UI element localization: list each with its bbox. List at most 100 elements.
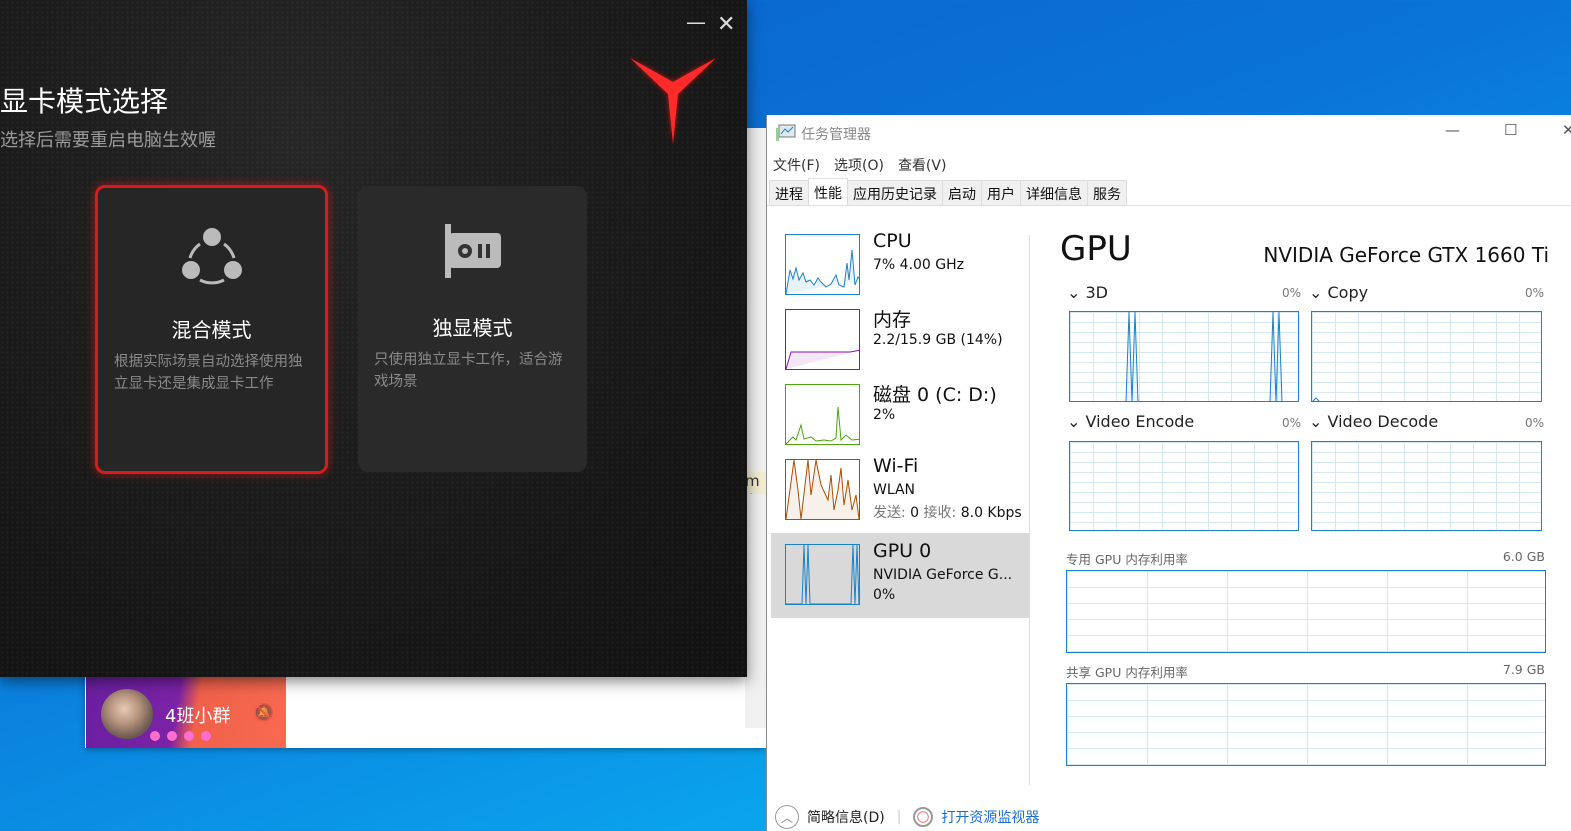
dot bbox=[184, 731, 194, 741]
sidebar-item-disk[interactable]: 磁盘 0 (C: D:) 2% bbox=[771, 377, 1029, 445]
menu-view[interactable]: 查看(V) bbox=[898, 155, 947, 175]
sidebar-item-wifi[interactable]: Wi-Fi WLAN 发送: 0 接收: 8.0 Kbps bbox=[771, 452, 1029, 527]
item-name: GPU 0 bbox=[873, 540, 932, 562]
engine-3d-label[interactable]: ⌄ 3D bbox=[1067, 283, 1108, 302]
item-detail: 2% bbox=[873, 407, 896, 423]
recv-label: 接收: bbox=[923, 505, 957, 521]
detail-heading: GPU bbox=[1060, 229, 1132, 269]
dedicated-memory-graph bbox=[1066, 570, 1546, 653]
item-detail: WLAN bbox=[873, 482, 916, 498]
dot bbox=[167, 731, 177, 741]
dedicated-memory-label: 专用 GPU 内存利用率 bbox=[1066, 552, 1188, 567]
engine-copy-label[interactable]: ⌄ Copy bbox=[1309, 283, 1368, 302]
menu-file[interactable]: 文件(F) bbox=[773, 155, 820, 175]
engine-pct: 0% bbox=[1525, 286, 1545, 300]
dedicated-memory-max: 6.0 GB bbox=[1502, 549, 1545, 564]
dot bbox=[150, 731, 160, 741]
graphics-card-icon bbox=[444, 224, 501, 278]
engine-pct: 0% bbox=[1525, 416, 1545, 430]
menu-options[interactable]: 选项(O) bbox=[834, 155, 884, 175]
wifi-throughput: 发送: 0 接收: 8.0 Kbps bbox=[873, 502, 1022, 522]
wifi-usage-line bbox=[786, 460, 859, 519]
memory-thumbnail-graph bbox=[785, 309, 860, 370]
card-description: 根据实际场景自动选择使用独立显卡还是集成显卡工作 bbox=[114, 354, 303, 392]
disk-usage-line bbox=[786, 406, 859, 444]
menu-bar: 文件(F) 选项(O) 查看(V) bbox=[773, 155, 946, 175]
close-button[interactable]: ✕ bbox=[1562, 121, 1571, 139]
group-name: 4班小群 bbox=[165, 706, 231, 727]
window-title: 显卡模式选择 bbox=[0, 85, 169, 118]
chevron-up-icon[interactable]: ︿ bbox=[775, 805, 799, 829]
sidebar-item-cpu[interactable]: CPU 7% 4.00 GHz bbox=[771, 227, 1029, 295]
engine-copy-graph bbox=[1311, 311, 1542, 402]
task-manager-icon bbox=[776, 124, 796, 141]
dot bbox=[201, 731, 211, 741]
divider bbox=[1029, 235, 1030, 785]
fewer-details-button[interactable]: 简略信息(D) bbox=[807, 807, 885, 827]
item-name: 内存 bbox=[873, 309, 912, 331]
3d-usage-line bbox=[1125, 312, 1283, 401]
tab-startup[interactable]: 启动 bbox=[942, 180, 982, 205]
minimize-button[interactable]: — bbox=[1445, 121, 1460, 139]
sidebar-item-gpu[interactable]: GPU 0 NVIDIA GeForce G... 0% bbox=[771, 533, 1029, 618]
engine-3d-graph bbox=[1069, 311, 1299, 402]
background-text: m在 bbox=[745, 472, 766, 494]
tab-details[interactable]: 详细信息 bbox=[1020, 180, 1088, 205]
tab-users[interactable]: 用户 bbox=[981, 180, 1021, 205]
tab-performance[interactable]: 性能 bbox=[808, 178, 848, 205]
gpu-model: NVIDIA GeForce GTX 1660 Ti bbox=[1263, 243, 1549, 267]
item-name: CPU bbox=[873, 230, 912, 252]
shared-memory-max: 7.9 GB bbox=[1502, 662, 1545, 677]
tab-app-history[interactable]: 应用历史记录 bbox=[847, 180, 943, 205]
memory-usage-line bbox=[786, 349, 859, 369]
engine-video-encode-label[interactable]: ⌄ Video Encode bbox=[1067, 412, 1194, 431]
cpu-thumbnail-graph bbox=[785, 234, 860, 295]
tab-services[interactable]: 服务 bbox=[1087, 180, 1127, 205]
disk-thumbnail-graph bbox=[785, 384, 860, 445]
shared-memory-label: 共享 GPU 内存利用率 bbox=[1066, 665, 1188, 680]
task-manager-window: 任务管理器 — ☐ ✕ 文件(F) 选项(O) 查看(V) 进程 性能 应用历史… bbox=[766, 115, 1571, 831]
legion-y-logo bbox=[630, 58, 716, 144]
close-icon[interactable]: ✕ bbox=[717, 12, 735, 37]
open-resource-monitor-link[interactable]: 打开资源监视器 bbox=[941, 807, 1039, 827]
avatar bbox=[101, 689, 153, 739]
gpu-mode-window: 显卡模式选择 选择后需要重启电脑生效喔 — ✕ 混合模式 根据实际场景自动选择使… bbox=[0, 0, 747, 677]
tab-processes[interactable]: 进程 bbox=[769, 180, 809, 205]
copy-usage-line bbox=[1312, 397, 1320, 401]
engine-pct: 0% bbox=[1282, 286, 1302, 300]
footer: ︿ 简略信息(D) | 打开资源监视器 bbox=[775, 805, 1039, 829]
item-detail: 7% 4.00 GHz bbox=[873, 257, 965, 273]
shared-memory-graph bbox=[1066, 683, 1546, 766]
item-name: Wi-Fi bbox=[873, 455, 919, 477]
card-title: 混合模式 bbox=[171, 318, 252, 342]
card-title: 独显模式 bbox=[432, 316, 513, 340]
item-usage: 0% bbox=[873, 587, 896, 603]
engine-video-decode-label[interactable]: ⌄ Video Decode bbox=[1309, 412, 1438, 431]
cpu-usage-line bbox=[786, 249, 859, 294]
recv-value: 8.0 Kbps bbox=[960, 505, 1022, 521]
card-description: 只使用独立显卡工作，适合游戏场景 bbox=[374, 352, 563, 390]
send-value: 0 bbox=[910, 505, 920, 521]
hybrid-mode-card[interactable]: 混合模式 根据实际场景自动选择使用独立显卡还是集成显卡工作 bbox=[95, 185, 328, 474]
sidebar-item-memory[interactable]: 内存 2.2/15.9 GB (14%) bbox=[771, 302, 1029, 370]
window-title: 任务管理器 bbox=[801, 127, 871, 143]
engine-video-encode-graph bbox=[1069, 441, 1299, 531]
send-label: 发送: bbox=[873, 505, 906, 521]
item-detail: NVIDIA GeForce G... bbox=[873, 567, 1013, 583]
gpu-usage-line bbox=[786, 545, 859, 604]
item-detail: 2.2/15.9 GB (14%) bbox=[873, 332, 1003, 348]
hybrid-nodes-icon bbox=[181, 228, 242, 285]
separator: | bbox=[896, 809, 902, 825]
resource-monitor-icon bbox=[913, 807, 934, 827]
minimize-icon[interactable]: — bbox=[686, 10, 706, 34]
engine-video-decode-graph bbox=[1311, 441, 1542, 531]
item-name: 磁盘 0 (C: D:) bbox=[873, 384, 997, 406]
window-subtitle: 选择后需要重启电脑生效喔 bbox=[0, 130, 216, 151]
wifi-thumbnail-graph bbox=[785, 459, 860, 520]
gpu-thumbnail-graph bbox=[785, 544, 860, 605]
maximize-button[interactable]: ☐ bbox=[1504, 121, 1517, 139]
tab-bar: 进程 性能 应用历史记录 启动 用户 详细信息 服务 bbox=[767, 178, 1571, 206]
discrete-mode-card[interactable]: 独显模式 只使用独立显卡工作，适合游戏场景 bbox=[358, 186, 587, 472]
mute-bell-icon: 🔕 bbox=[253, 703, 275, 723]
background-window bbox=[745, 128, 767, 728]
